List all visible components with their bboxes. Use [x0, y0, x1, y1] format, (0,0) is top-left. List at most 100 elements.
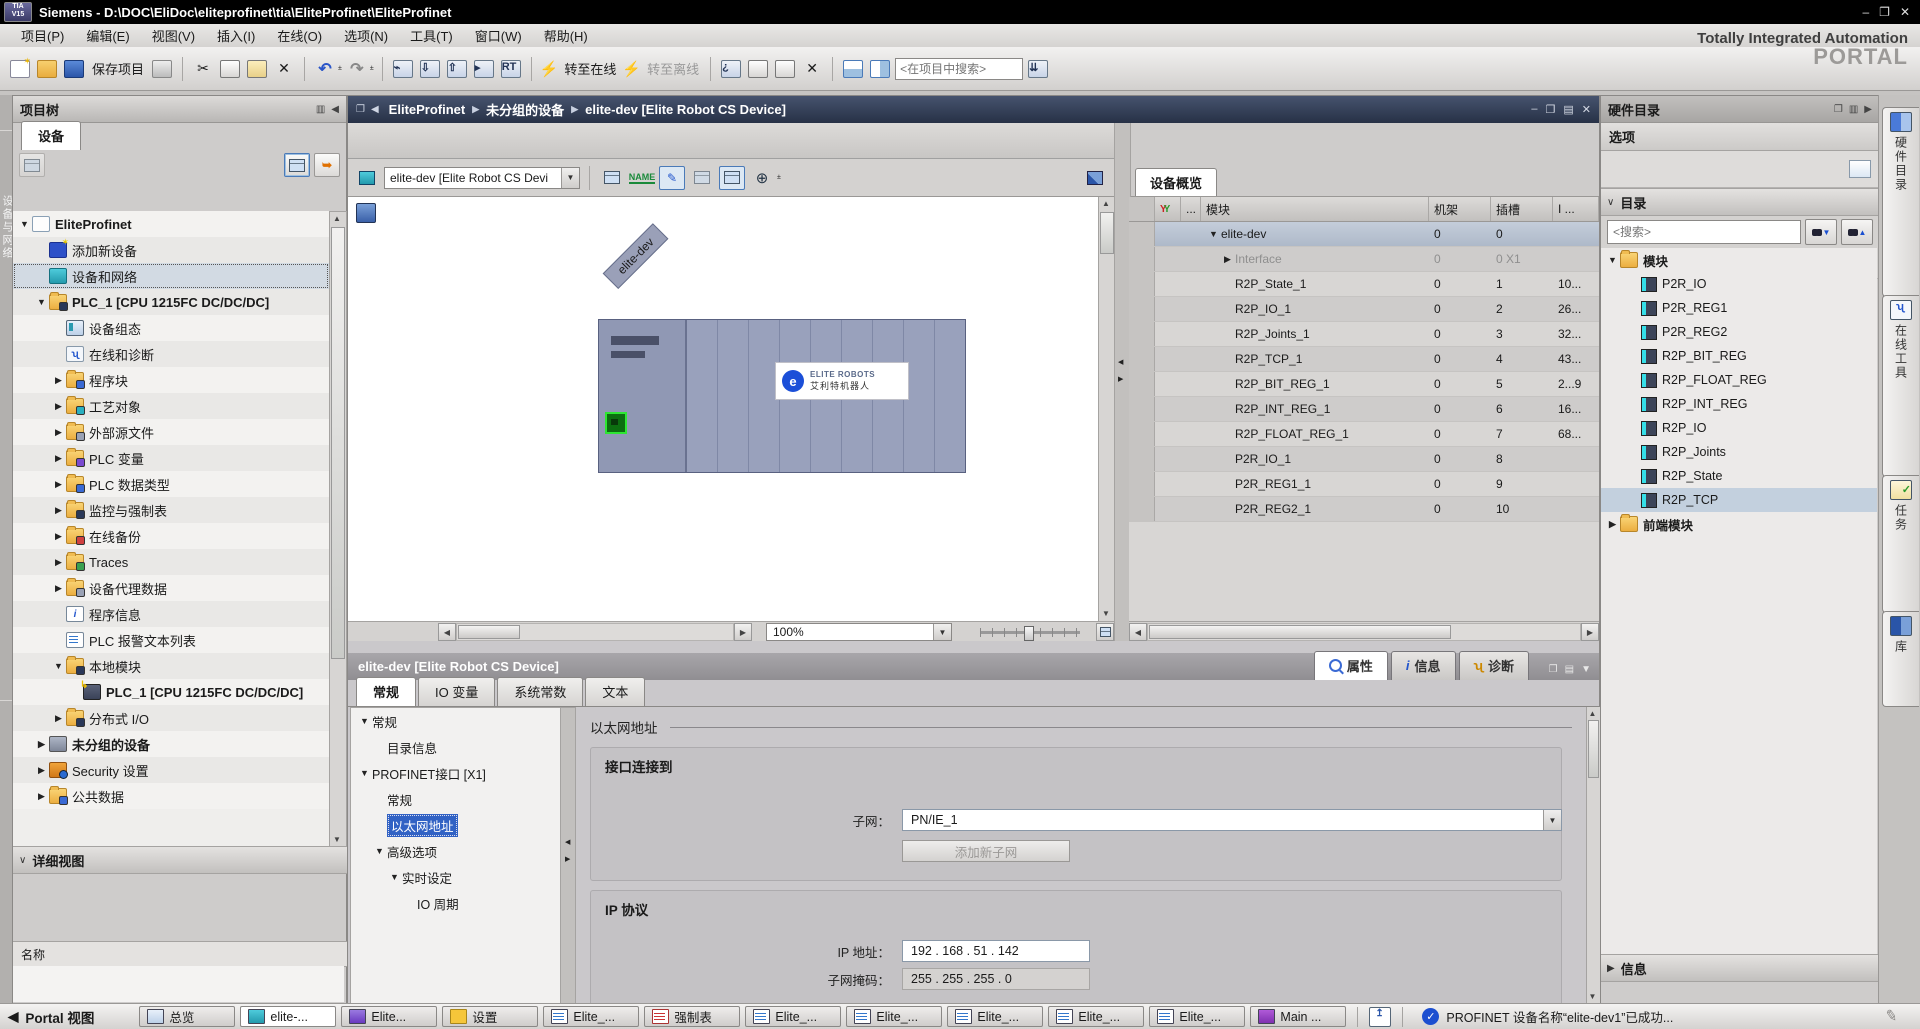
tree-item[interactable]: ▶外部源文件 — [13, 419, 329, 445]
expand-down-icon[interactable]: ▼ — [34, 297, 49, 307]
menu-item[interactable]: 窗口(W) — [464, 23, 533, 48]
slot-cell[interactable]: 4 — [1491, 347, 1553, 371]
properties-nav-item[interactable]: 常规 — [351, 786, 561, 812]
go-offline-icon[interactable]: ⚡ — [622, 60, 641, 78]
slot-cell[interactable]: 3 — [1491, 322, 1553, 346]
undo-dropdown-icon[interactable]: ± — [338, 65, 342, 72]
zoom-icon[interactable]: ⊕ — [749, 166, 775, 190]
new-project-icon[interactable] — [8, 57, 32, 81]
row-handle[interactable] — [1129, 297, 1155, 321]
breadcrumb-item[interactable]: elite-dev [Elite Robot CS Device] — [585, 102, 786, 117]
subnet-dropdown[interactable]: PN/IE_1 ▼ — [902, 809, 1562, 831]
edit-mode-icon[interactable]: ✎ — [659, 166, 685, 190]
row-handle[interactable] — [1129, 447, 1155, 471]
download-icon[interactable]: ⇩ — [418, 57, 442, 81]
expand-right-icon[interactable]: ▶ — [34, 791, 49, 802]
iaddress-cell[interactable] — [1553, 447, 1599, 471]
library-view-icon[interactable]: ⇊ — [1026, 57, 1050, 81]
tree-item[interactable]: ▶程序块 — [13, 367, 329, 393]
online-diagnostics-icon[interactable]: ¿ — [719, 57, 743, 81]
taskbar-button-总览[interactable]: 总览 — [139, 1006, 235, 1027]
catalog-info-header[interactable]: ▶ 信息 — [1601, 954, 1889, 982]
properties-nav-item[interactable]: 目录信息 — [351, 734, 561, 760]
editor-minimize-icon[interactable]: – — [1531, 103, 1537, 116]
open-project-icon[interactable] — [35, 57, 59, 81]
window-split-2-icon[interactable] — [773, 57, 797, 81]
paste-icon[interactable] — [245, 57, 269, 81]
catalog-group[interactable]: ▼模块 — [1601, 248, 1877, 272]
catalog-item[interactable]: R2P_TCP — [1601, 488, 1877, 512]
add-subnet-button[interactable]: 添加新子网 — [902, 840, 1070, 862]
zoom-dropdown-arrow-icon[interactable]: ▼ — [933, 624, 951, 640]
redo-dropdown-icon[interactable]: ± — [370, 65, 374, 72]
menu-item[interactable]: 编辑(E) — [75, 23, 140, 48]
print-icon[interactable] — [150, 57, 174, 81]
tree-item[interactable]: PLC_1 [CPU 1215FC DC/DC/DC] — [13, 679, 329, 705]
zoom-options-icon[interactable]: ± — [777, 174, 781, 181]
catalog-item[interactable]: P2R_REG1 — [1601, 296, 1877, 320]
window-split-1-icon[interactable] — [746, 57, 770, 81]
taskbar-button-Elite_...[interactable]: Elite_... — [543, 1006, 639, 1027]
catalog-item[interactable]: P2R_IO — [1601, 272, 1877, 296]
module-cell[interactable]: ▶Interface — [1201, 247, 1429, 271]
catalog-item[interactable]: R2P_BIT_REG — [1601, 344, 1877, 368]
show-labels-icon[interactable]: NAME — [629, 166, 655, 190]
menu-item[interactable]: 帮助(H) — [533, 23, 599, 48]
rack-cell[interactable]: 0 — [1429, 222, 1491, 246]
search-down-icon[interactable]: ▼ — [1805, 219, 1837, 245]
taskbar-button-Elite_...[interactable]: Elite_... — [846, 1006, 942, 1027]
iaddress-cell[interactable]: 16... — [1553, 397, 1599, 421]
taskbar-button-Elite_...[interactable]: Elite_... — [1149, 1006, 1245, 1027]
slot-cell[interactable]: 0 X1 — [1491, 247, 1553, 271]
properties-nav-item[interactable]: 以太网地址 — [351, 812, 561, 838]
col-slot[interactable]: 插槽 — [1491, 197, 1553, 221]
menu-item[interactable]: 在线(O) — [266, 23, 333, 48]
expand-right-icon[interactable]: ▶ — [51, 427, 66, 438]
menu-item[interactable]: 项目(P) — [10, 23, 75, 48]
tree-item[interactable]: ▶在线备份 — [13, 523, 329, 549]
row-handle[interactable] — [1129, 247, 1155, 271]
go-online-icon[interactable]: ⚡ — [540, 60, 559, 78]
memory-card-icon[interactable] — [1369, 1007, 1391, 1027]
module-cell[interactable]: R2P_TCP_1 — [1201, 347, 1429, 371]
slot-cell[interactable]: 9 — [1491, 472, 1553, 496]
tree-item[interactable]: ▶Security 设置 — [13, 757, 329, 783]
editor-undock-icon[interactable]: ❐ — [356, 104, 365, 115]
col-iaddress[interactable]: I ... — [1553, 197, 1599, 221]
catalog-group[interactable]: ▶前端模块 — [1601, 512, 1877, 536]
row-handle[interactable] — [1129, 497, 1155, 521]
tree-options-icon[interactable] — [19, 153, 45, 177]
tab-常规[interactable]: 常规 — [356, 677, 416, 706]
rack-cell[interactable]: 0 — [1429, 472, 1491, 496]
inspector-menu-icon[interactable]: ▤ — [1565, 664, 1574, 675]
rack-cell[interactable]: 0 — [1429, 497, 1491, 521]
iaddress-cell[interactable]: 32... — [1553, 322, 1599, 346]
taskbar-button-Elite...[interactable]: Elite... — [341, 1006, 437, 1027]
rack-cell[interactable]: 0 — [1429, 272, 1491, 296]
module-cell[interactable]: R2P_FLOAT_REG_1 — [1201, 422, 1429, 446]
properties-nav-item[interactable]: ▼高级选项 — [351, 838, 561, 864]
row-handle[interactable] — [1129, 322, 1155, 346]
canvas-scroll-right-icon[interactable]: ▶ — [734, 623, 752, 641]
table-row[interactable]: R2P_BIT_REG_1052...9 — [1129, 372, 1599, 397]
row-handle[interactable] — [1129, 422, 1155, 446]
window-restore-icon[interactable]: ❐ — [1879, 5, 1890, 19]
expand-down-icon[interactable]: ▼ — [1605, 255, 1620, 265]
device-graphic[interactable]: e ELITE ROBOTS 艾利特机器人 — [598, 319, 966, 473]
cross-reference-icon[interactable]: ✕ — [800, 57, 824, 81]
iaddress-cell[interactable] — [1553, 222, 1599, 246]
expand-right-icon[interactable]: ▶ — [1605, 519, 1620, 530]
zoom-level-dropdown[interactable]: 100% ▼ — [766, 623, 952, 641]
breadcrumb-item[interactable]: 未分组的设备 — [486, 100, 564, 119]
table-row[interactable]: ▼elite-dev00 — [1129, 222, 1599, 247]
panel-collapse-icon[interactable]: ◀ — [331, 104, 339, 115]
slot-cell[interactable]: 10 — [1491, 497, 1553, 521]
split-horizontal-icon[interactable] — [841, 57, 865, 81]
tree-item[interactable]: ▶未分组的设备 — [13, 731, 329, 757]
editor-float-icon[interactable]: ❐ — [1546, 103, 1556, 116]
catalog-item[interactable]: R2P_INT_REG — [1601, 392, 1877, 416]
tree-item[interactable]: ▼PLC_1 [CPU 1215FC DC/DC/DC] — [13, 289, 329, 315]
rack-cell[interactable]: 0 — [1429, 297, 1491, 321]
expand-down-icon[interactable]: ▼ — [372, 846, 387, 856]
taskbar-button-Main ...[interactable]: Main ... — [1250, 1006, 1346, 1027]
